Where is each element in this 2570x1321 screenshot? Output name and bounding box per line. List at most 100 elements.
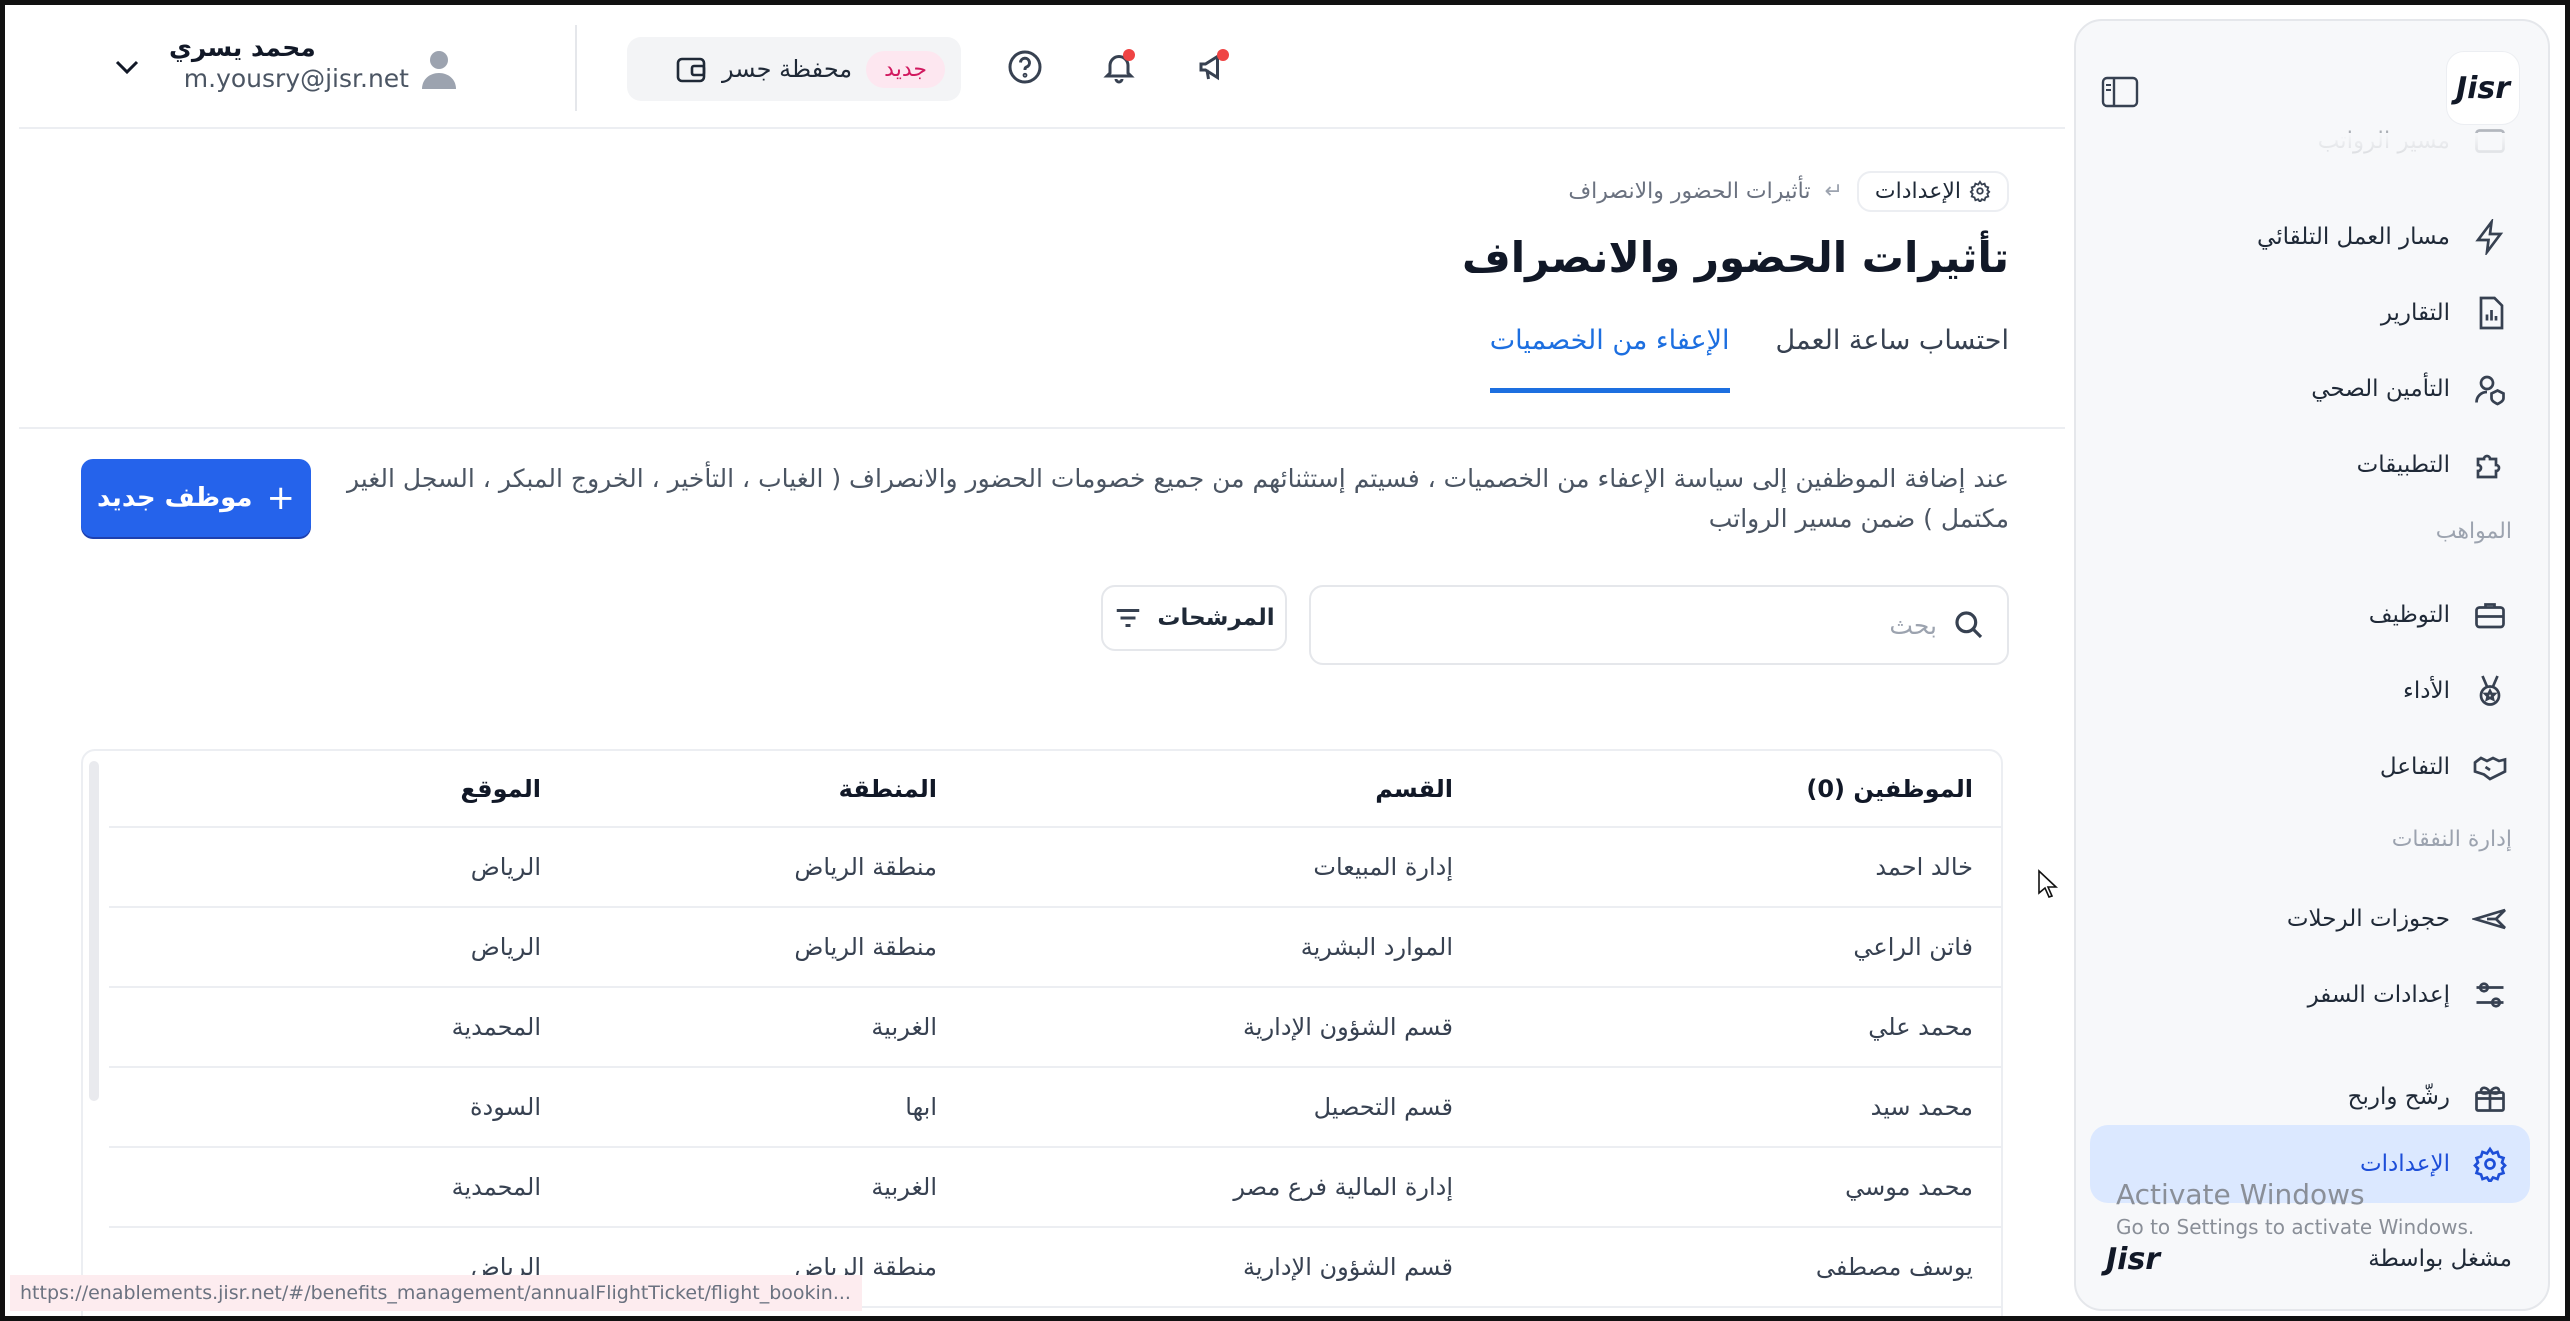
header-divider [575, 25, 577, 111]
automation-icon [2470, 217, 2510, 257]
sidebar-toggle-icon[interactable] [2100, 75, 2140, 109]
main-content: الإعدادات ↵ تأثيرات الحضور والانصراف تأث… [19, 129, 2065, 1316]
table-row[interactable]: خالد احمد إدارة المبيعات منطقة الرياض ال… [109, 827, 2001, 908]
cell-employee: فاتن الراعي [1483, 907, 2001, 988]
filters-label: المرشحات [1157, 605, 1275, 631]
policy-description: عند إضافة الموظفين إلى سياسة الإعفاء من … [347, 464, 2009, 533]
breadcrumb-root[interactable]: الإعدادات [1856, 170, 2009, 212]
filter-icon [1117, 609, 1140, 627]
col-region[interactable]: المنطقة [571, 751, 967, 828]
sidebar-item-travel-settings[interactable]: إعدادات السفر [2090, 959, 2530, 1031]
new-badge: جديد [866, 50, 945, 88]
gift-icon [2470, 1077, 2510, 1117]
sidebar-item-performance[interactable]: الأداء [2090, 655, 2530, 727]
cell-department: قسم التحصيل [967, 1067, 1483, 1148]
cell-location: المحمدية [109, 1147, 571, 1228]
puzzle-icon [2470, 445, 2510, 485]
search-icon [1955, 611, 1983, 639]
employees-table: الموظفين (0) القسم المنطقة الموقع خالد ا… [81, 749, 2003, 1316]
wallet-icon [674, 52, 708, 86]
search-input[interactable] [1377, 610, 1937, 640]
page-title: تأثيرات الحضور والانصراف [1461, 233, 2009, 282]
breadcrumb-current: تأثيرات الحضور والانصراف [1568, 178, 1811, 204]
announcement-dot [1217, 49, 1229, 61]
report-icon [2470, 293, 2510, 333]
sliders-icon [2470, 975, 2510, 1015]
sidebar-item-label: التأمين الصحي [2311, 376, 2450, 402]
add-employee-label: موظف جديد [97, 483, 253, 513]
sidebar-item-reports[interactable]: التقارير [2090, 277, 2530, 349]
sidebar-item-label: حجوزات الرحلات [2286, 906, 2450, 932]
user-name: محمد يسري [169, 33, 316, 62]
return-arrow-icon: ↵ [1824, 178, 1843, 204]
gear-icon [1969, 180, 1991, 202]
wallet-button[interactable]: جديد محفظة جسر [627, 37, 961, 101]
megaphone-icon[interactable] [1191, 49, 1231, 89]
plane-icon [2470, 899, 2510, 939]
filters-button[interactable]: المرشحات [1101, 585, 1287, 651]
cell-employee: خالد احمد [1483, 827, 2001, 908]
chevron-down-icon[interactable] [111, 53, 143, 81]
breadcrumb-root-label: الإعدادات [1874, 178, 1961, 204]
user-info[interactable]: محمد يسري m.yousry@jisr.net [169, 33, 409, 93]
tabs-divider [19, 427, 2065, 429]
activate-windows-watermark: Activate Windows Go to Settings to activ… [2116, 1178, 2474, 1239]
help-icon[interactable] [1003, 49, 1043, 89]
cell-region: ابها [571, 1067, 967, 1148]
app-window: Jisr مسير الرواتب مسار العمل التلقائي ال… [0, 0, 2570, 1321]
table-row[interactable]: محمد سيد قسم التحصيل ابها السودة [109, 1067, 2001, 1148]
sidebar-item-label: التوظيف [2368, 602, 2450, 628]
sidebar-item-label: الأداء [2403, 678, 2450, 704]
sidebar-item-recruitment[interactable]: التوظيف [2090, 579, 2530, 651]
medal-icon [2470, 671, 2510, 711]
breadcrumb: الإعدادات ↵ تأثيرات الحضور والانصراف [1568, 167, 2009, 215]
sidebar-item-flight-bookings[interactable]: حجوزات الرحلات [2090, 883, 2530, 955]
jisr-logo[interactable]: Jisr [2446, 51, 2520, 125]
avatar[interactable] [419, 47, 459, 91]
handshake-icon [2470, 747, 2510, 787]
footer-brand-logo: Jisr [2106, 1241, 2161, 1277]
cell-region: الغربية [571, 1147, 967, 1228]
sidebar-item-label: الإعدادات [2360, 1151, 2450, 1177]
sidebar-item-referral[interactable]: رشّح واربح [2090, 1061, 2530, 1133]
cell-region: منطقة الرياض [571, 827, 967, 908]
sidebar-item-automation[interactable]: مسار العمل التلقائي [2090, 201, 2530, 273]
cell-department: الموارد البشرية [967, 907, 1483, 988]
mouse-cursor-icon [2037, 869, 2059, 899]
cell-department: قسم الشؤون الإدارية [967, 1227, 1483, 1308]
sidebar-item-label: التفاعل [2379, 754, 2450, 780]
bell-icon[interactable] [1097, 49, 1137, 89]
sidebar-item-apps[interactable]: التطبيقات [2090, 429, 2530, 501]
sidebar-item-label: التطبيقات [2356, 452, 2450, 478]
cell-employee: محمد موسي [1483, 1147, 2001, 1228]
table-scrollbar[interactable] [89, 761, 99, 1101]
table-row[interactable]: محمد موسي إدارة المالية فرع مصر الغربية … [109, 1147, 2001, 1228]
sidebar: Jisr مسير الرواتب مسار العمل التلقائي ال… [2074, 19, 2550, 1311]
sidebar-section-expenses: إدارة النفقات [2391, 827, 2512, 852]
cell-region: منطقة الرياض [571, 907, 967, 988]
sidebar-item-engagement[interactable]: التفاعل [2090, 731, 2530, 803]
cell-employee: محمد علي [1483, 987, 2001, 1068]
tabs: احتساب ساعة العمل الإعفاء من الخصميات [1489, 325, 2009, 393]
sidebar-item-label: مسار العمل التلقائي [2257, 224, 2450, 250]
col-employees[interactable]: الموظفين (0) [1483, 751, 2001, 828]
cell-location: المحمدية [109, 987, 571, 1068]
search-box[interactable] [1309, 585, 2009, 665]
activate-title: Activate Windows [2116, 1178, 2365, 1211]
add-employee-button[interactable]: + موظف جديد [81, 459, 311, 537]
sidebar-item-label: رشّح واربح [2347, 1084, 2450, 1110]
table-row[interactable]: فاتن الراعي الموارد البشرية منطقة الرياض… [109, 907, 2001, 988]
sidebar-item-payroll[interactable]: مسير الرواتب [2090, 121, 2530, 161]
cell-employee: يوسف مصطفى [1483, 1227, 2001, 1308]
cell-location: الرياض [109, 907, 571, 988]
table-row[interactable]: محمد علي قسم الشؤون الإدارية الغربية الم… [109, 987, 2001, 1068]
col-location[interactable]: الموقع [109, 751, 571, 828]
tab-working-hours[interactable]: احتساب ساعة العمل [1776, 325, 2009, 393]
sidebar-item-insurance[interactable]: التأمين الصحي [2090, 353, 2530, 425]
col-department[interactable]: القسم [967, 751, 1483, 828]
sidebar-section-talent: المواهب [2435, 519, 2512, 544]
gear-icon [2470, 1144, 2510, 1184]
cell-department: إدارة المبيعات [967, 827, 1483, 908]
tab-deduction-exemption[interactable]: الإعفاء من الخصميات [1489, 325, 1730, 393]
cell-department: إدارة المالية فرع مصر [967, 1147, 1483, 1228]
